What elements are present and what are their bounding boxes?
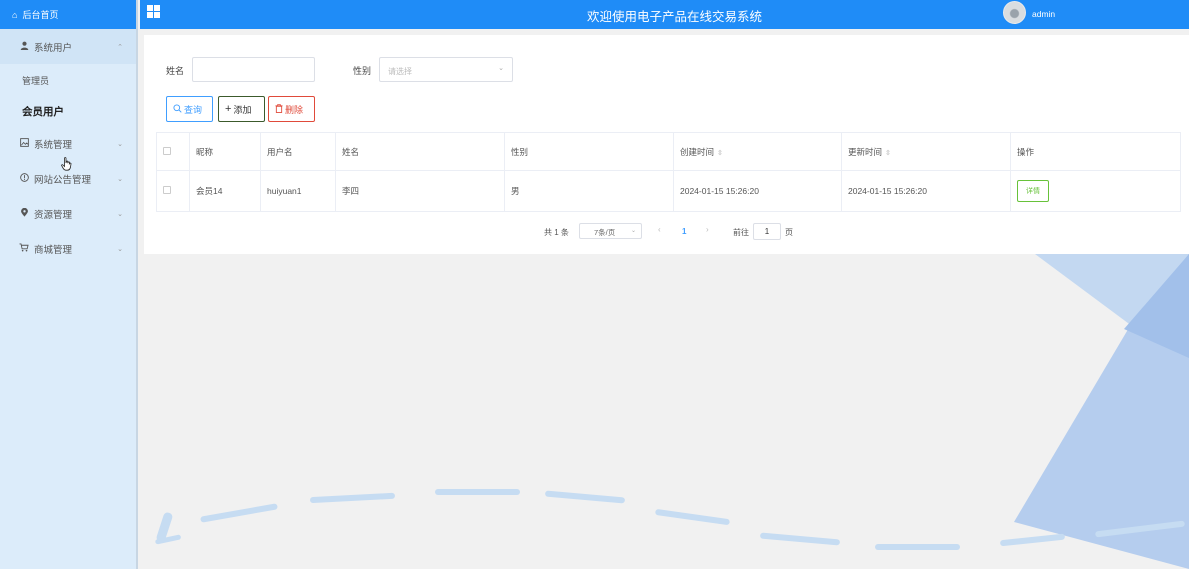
sidebar-group-label: 商城管理 xyxy=(34,244,73,256)
sidebar-item-members[interactable]: 会员用户 xyxy=(0,96,136,126)
sidebar-item-label: 管理员 xyxy=(22,75,50,86)
chevron-down-icon: ⌄ xyxy=(117,245,123,253)
hand-cursor-icon xyxy=(61,157,72,174)
delete-button-label: 删除 xyxy=(285,104,304,115)
column-header-gender: 性别 xyxy=(504,132,674,171)
add-button-label: 添加 xyxy=(233,104,252,115)
username-label[interactable]: admin xyxy=(1032,9,1055,19)
cart-icon xyxy=(19,243,29,254)
chevron-down-icon: ⌄ xyxy=(117,140,123,148)
select-all-checkbox[interactable] xyxy=(163,146,171,155)
delete-button[interactable]: 删除 xyxy=(268,96,315,122)
image-icon xyxy=(19,138,29,149)
sidebar-group-store[interactable]: 商城管理 ⌄ xyxy=(0,231,136,266)
chevron-down-icon: ⌄ xyxy=(117,175,123,183)
prev-page-icon[interactable]: ‹ xyxy=(658,225,661,234)
page-number-current[interactable]: 1 xyxy=(682,227,686,236)
sidebar-group-system-users[interactable]: 系统用户 ⌃ xyxy=(0,29,136,64)
trash-icon xyxy=(275,103,283,115)
sidebar-group-resources[interactable]: 资源管理 ⌄ xyxy=(0,196,136,231)
pagination-total: 共 1 条 xyxy=(544,228,569,237)
search-icon xyxy=(173,103,182,115)
content-panel: 姓名 性别 请选择 ⌄ 查询 + 添加 删除 昵称 用户名 姓名 性别 创建时间… xyxy=(144,35,1189,254)
add-button[interactable]: + 添加 xyxy=(218,96,265,122)
home-icon: ⌂ xyxy=(12,9,18,20)
name-filter-label: 姓名 xyxy=(166,66,185,76)
sort-icon[interactable]: ⇳ xyxy=(717,150,723,157)
cell-username: huiyuan1 xyxy=(260,170,336,212)
chevron-up-icon: ⌃ xyxy=(117,43,123,51)
sort-icon[interactable]: ⇳ xyxy=(885,150,891,157)
sidebar-item-admins[interactable]: 管理员 xyxy=(0,64,136,96)
sidebar-group-label: 资源管理 xyxy=(34,209,73,221)
chevron-down-icon: ⌄ xyxy=(498,65,504,72)
background-decoration xyxy=(140,254,1189,569)
column-header-actions: 操作 xyxy=(1010,132,1181,171)
chevron-down-icon: ⌄ xyxy=(117,210,123,218)
location-icon xyxy=(19,207,29,219)
search-button-label: 查询 xyxy=(184,104,203,115)
column-header-name: 姓名 xyxy=(335,132,505,171)
cell-gender: 男 xyxy=(504,170,674,212)
page-suffix-label: 页 xyxy=(785,228,793,237)
sidebar-home[interactable]: ⌂ 后台首页 xyxy=(0,0,136,29)
goto-label: 前往 xyxy=(733,228,749,237)
cell-name: 李四 xyxy=(335,170,505,212)
sidebar-home-label: 后台首页 xyxy=(22,10,59,20)
gender-filter-label: 性别 xyxy=(353,66,372,76)
chevron-down-icon: ⌄ xyxy=(630,228,636,234)
column-header-updated[interactable]: 更新时间 ⇳ xyxy=(841,132,1011,171)
top-bar: 欢迎使用电子产品在线交易系统 admin xyxy=(140,0,1189,29)
select-all-cell[interactable] xyxy=(156,132,190,171)
sidebar-group-label: 系统管理 xyxy=(34,139,73,151)
search-button[interactable]: 查询 xyxy=(166,96,213,122)
cell-updated: 2024-01-15 15:26:20 xyxy=(841,170,1011,212)
sidebar-item-label: 会员用户 xyxy=(22,105,64,118)
info-circle-icon xyxy=(19,173,29,184)
table-row: 会员14 huiyuan1 李四 男 2024-01-15 15:26:20 2… xyxy=(156,170,1181,212)
sidebar-group-label: 系统用户 xyxy=(34,42,73,54)
cell-created: 2024-01-15 15:26:20 xyxy=(673,170,842,212)
column-header-nickname: 昵称 xyxy=(189,132,261,171)
sidebar-group-system-management[interactable]: 系统管理 ⌄ xyxy=(0,126,136,161)
name-filter-input[interactable] xyxy=(192,57,315,82)
members-table: 昵称 用户名 姓名 性别 创建时间 ⇳ 更新时间 ⇳ 操作 会员14 huiyuan… xyxy=(156,132,1181,212)
row-select-cell[interactable] xyxy=(156,170,190,212)
avatar[interactable] xyxy=(1003,1,1026,24)
cell-actions: 详情 xyxy=(1010,170,1181,212)
gender-select-placeholder: 请选择 xyxy=(388,67,412,76)
next-page-icon[interactable]: › xyxy=(706,225,709,234)
sidebar: ⌂ 后台首页 系统用户 ⌃ 管理员 会员用户 系统管理 ⌄ 网站公告管理 ⌄ 资… xyxy=(0,0,138,569)
goto-page-input[interactable]: 1 xyxy=(753,223,781,240)
table-header-row: 昵称 用户名 姓名 性别 创建时间 ⇳ 更新时间 ⇳ 操作 xyxy=(156,132,1181,171)
detail-button[interactable]: 详情 xyxy=(1017,180,1049,202)
page-size-value: 7条/页 xyxy=(594,228,616,237)
cell-nickname: 会员14 xyxy=(189,170,261,212)
column-header-created[interactable]: 创建时间 ⇳ xyxy=(673,132,842,171)
background-shapes xyxy=(155,254,1189,569)
plus-icon: + xyxy=(225,103,232,115)
user-icon xyxy=(19,41,29,52)
gender-filter-select[interactable]: 请选择 ⌄ xyxy=(379,57,513,82)
page-size-select[interactable]: 7条/页 ⌄ xyxy=(579,223,642,239)
column-header-username: 用户名 xyxy=(260,132,336,171)
row-checkbox[interactable] xyxy=(163,186,171,194)
